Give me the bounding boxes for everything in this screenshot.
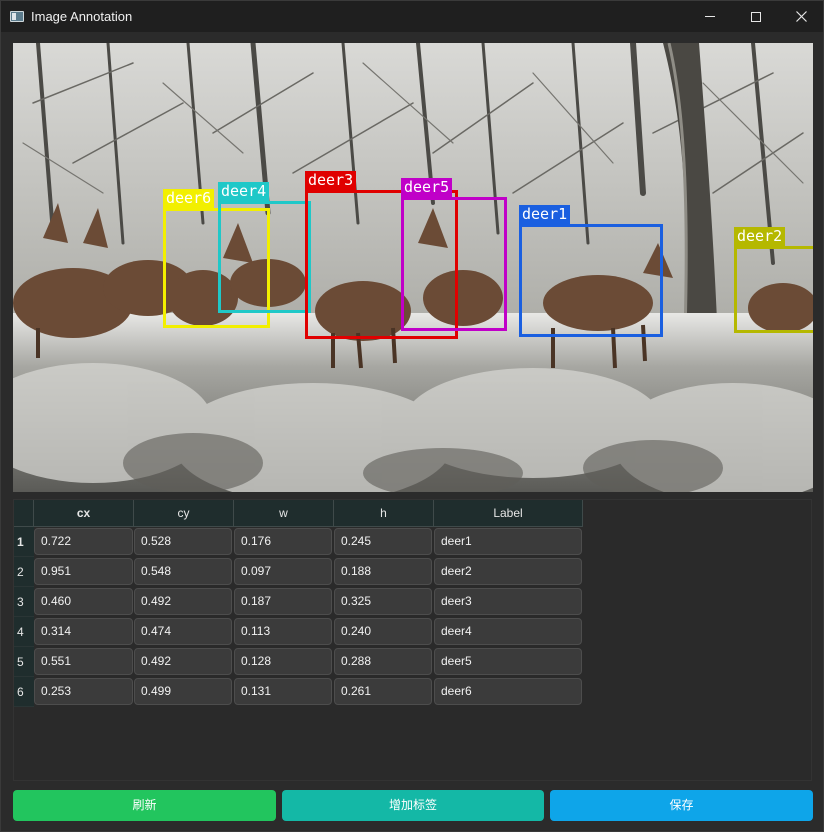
cell-cx[interactable]: 0.460	[34, 588, 133, 615]
cell-label[interactable]: deer3	[434, 588, 582, 615]
bbox-label-deer5: deer5	[401, 178, 453, 197]
cell-cy[interactable]: 0.492	[134, 588, 232, 615]
close-button[interactable]	[778, 1, 824, 32]
bbox-label-deer3: deer3	[305, 171, 357, 190]
cell-h[interactable]: 0.325	[334, 588, 432, 615]
bbox-deer5[interactable]: deer5	[401, 178, 507, 331]
save-button[interactable]: 保存	[550, 790, 813, 821]
col-header-label[interactable]: Label	[434, 500, 583, 527]
row-header[interactable]: 3	[14, 587, 34, 617]
window-title: Image Annotation	[31, 9, 133, 24]
maximize-button[interactable]	[733, 1, 779, 32]
cell-w[interactable]: 0.131	[234, 678, 332, 705]
maximize-icon	[751, 11, 761, 22]
annotation-table[interactable]: cx cy w h Label 1 2 3 4 5 6 0.722 0.528 …	[13, 499, 812, 781]
cell-cx[interactable]: 0.951	[34, 558, 133, 585]
col-header-h[interactable]: h	[334, 500, 434, 527]
cell-w[interactable]: 0.113	[234, 618, 332, 645]
row-header[interactable]: 1	[14, 527, 34, 557]
bbox-label-deer2: deer2	[734, 227, 786, 246]
table-corner	[14, 500, 34, 527]
row-header[interactable]: 5	[14, 647, 34, 677]
cell-cx[interactable]: 0.314	[34, 618, 133, 645]
bbox-deer1[interactable]: deer1	[519, 205, 663, 337]
cell-w[interactable]: 0.097	[234, 558, 332, 585]
cell-label[interactable]: deer2	[434, 558, 582, 585]
app-window: Image Annotation deer6 deer4 deer3 deer5…	[0, 0, 824, 832]
cell-label[interactable]: deer5	[434, 648, 582, 675]
row-header[interactable]: 2	[14, 557, 34, 587]
col-header-cx[interactable]: cx	[34, 500, 134, 527]
cell-cy[interactable]: 0.528	[134, 528, 232, 555]
cell-h[interactable]: 0.261	[334, 678, 432, 705]
row-header[interactable]: 6	[14, 677, 34, 707]
app-icon	[10, 11, 24, 22]
bbox-deer2[interactable]: deer2	[734, 227, 813, 333]
close-icon	[795, 11, 807, 22]
cell-h[interactable]: 0.188	[334, 558, 432, 585]
cell-w[interactable]: 0.176	[234, 528, 332, 555]
refresh-button[interactable]: 刷新	[13, 790, 276, 821]
title-bar[interactable]: Image Annotation	[1, 1, 823, 32]
col-header-w[interactable]: w	[234, 500, 334, 527]
bbox-deer4[interactable]: deer4	[218, 182, 311, 313]
minimize-button[interactable]	[687, 1, 733, 32]
add-label-button[interactable]: 增加标签	[282, 790, 544, 821]
cell-w[interactable]: 0.128	[234, 648, 332, 675]
cell-cx[interactable]: 0.722	[34, 528, 133, 555]
bbox-label-deer4: deer4	[218, 182, 270, 201]
cell-cx[interactable]: 0.253	[34, 678, 133, 705]
minimize-icon	[705, 16, 715, 17]
annotated-image[interactable]: deer6 deer4 deer3 deer5 deer1 deer2	[13, 43, 813, 492]
cell-label[interactable]: deer6	[434, 678, 582, 705]
row-header[interactable]: 4	[14, 617, 34, 647]
bbox-label-deer1: deer1	[519, 205, 571, 224]
cell-cy[interactable]: 0.474	[134, 618, 232, 645]
cell-label[interactable]: deer4	[434, 618, 582, 645]
cell-h[interactable]: 0.245	[334, 528, 432, 555]
cell-cy[interactable]: 0.492	[134, 648, 232, 675]
col-header-cy[interactable]: cy	[134, 500, 234, 527]
cell-label[interactable]: deer1	[434, 528, 582, 555]
cell-h[interactable]: 0.240	[334, 618, 432, 645]
cell-cx[interactable]: 0.551	[34, 648, 133, 675]
cell-w[interactable]: 0.187	[234, 588, 332, 615]
bbox-label-deer6: deer6	[163, 189, 215, 208]
cell-h[interactable]: 0.288	[334, 648, 432, 675]
cell-cy[interactable]: 0.499	[134, 678, 232, 705]
cell-cy[interactable]: 0.548	[134, 558, 232, 585]
